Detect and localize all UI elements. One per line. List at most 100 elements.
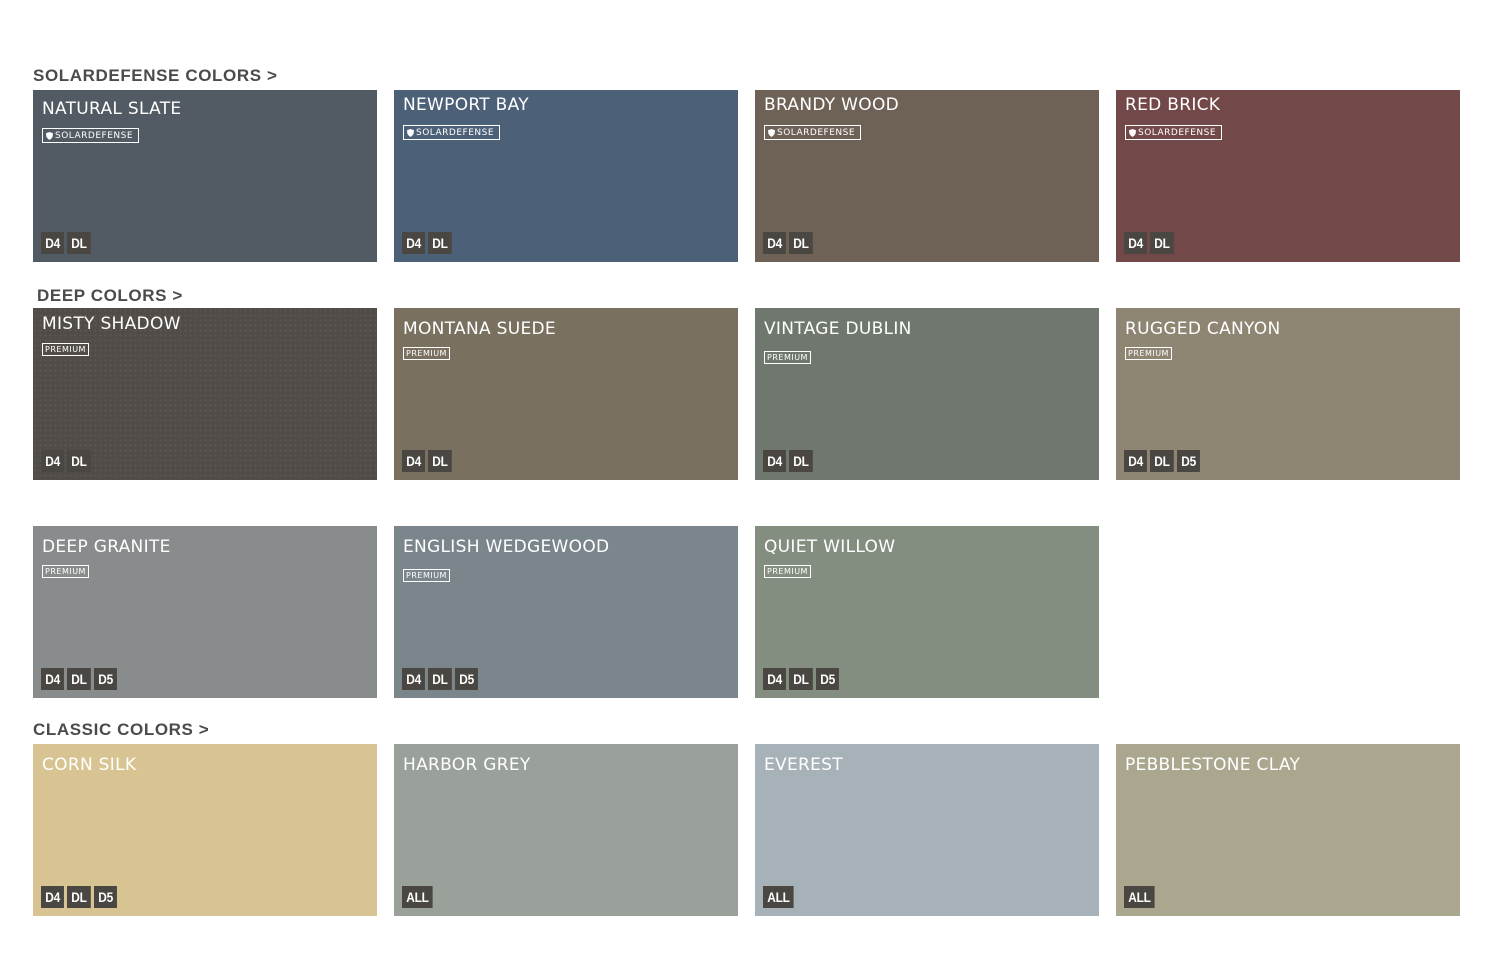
solardefense-badge: SOLARDEFENSE <box>1125 125 1223 140</box>
color-swatch-red-brick[interactable]: RED BRICK SOLARDEFENSE D4 DL <box>1116 90 1460 262</box>
profile-badge-d4: D4 <box>41 232 65 254</box>
tag-label: PREMIUM <box>767 566 808 576</box>
profile-badge-dl: DL <box>67 232 92 254</box>
shield-icon <box>46 131 53 140</box>
swatch-name: MONTANA SUEDE <box>403 319 556 339</box>
tag-label: PREMIUM <box>45 566 86 576</box>
profile-badge-d4: D4 <box>41 668 65 690</box>
profile-badge-d4: D4 <box>402 232 426 254</box>
swatch-name: DEEP GRANITE <box>42 537 171 557</box>
profile-badges: D4 DL <box>402 450 453 472</box>
section-title-classic[interactable]: CLASSIC COLORS > <box>33 720 209 740</box>
color-swatch-deep-granite[interactable]: DEEP GRANITE PREMIUM D4 DL D5 <box>33 526 377 698</box>
profile-badge-d4: D4 <box>763 450 787 472</box>
profile-badge-d5: D5 <box>816 668 840 690</box>
swatch-name: PEBBLESTONE CLAY <box>1125 755 1301 775</box>
profile-badges: D4 DL <box>41 232 92 254</box>
profile-badges: D4 DL <box>41 450 92 472</box>
solardefense-badge: SOLARDEFENSE <box>42 128 140 143</box>
swatch-name: ENGLISH WEDGEWOOD <box>403 537 610 557</box>
profile-badge-d4: D4 <box>41 450 65 472</box>
profile-badge-dl: DL <box>1150 450 1175 472</box>
profile-badges: D4 DL <box>1124 232 1175 254</box>
premium-badge: PREMIUM <box>42 343 89 356</box>
color-swatch-pebblestone-clay[interactable]: PEBBLESTONE CLAY ALL <box>1116 744 1460 916</box>
color-swatch-vintage-dublin[interactable]: VINTAGE DUBLIN PREMIUM D4 DL <box>755 308 1099 480</box>
swatch-name: NATURAL SLATE <box>42 99 182 119</box>
profile-badge-d5: D5 <box>94 886 118 908</box>
profile-badge-dl: DL <box>1150 232 1175 254</box>
premium-badge: PREMIUM <box>403 347 450 360</box>
premium-badge: PREMIUM <box>1125 347 1172 360</box>
color-swatch-harbor-grey[interactable]: HARBOR GREY ALL <box>394 744 738 916</box>
profile-badges: D4 DL D5 <box>402 668 480 690</box>
swatch-name: QUIET WILLOW <box>764 537 896 557</box>
swatch-name: RED BRICK <box>1125 95 1221 115</box>
profile-badge-dl: DL <box>67 668 92 690</box>
profile-badge-d4: D4 <box>402 668 426 690</box>
profile-badges: D4 DL D5 <box>1124 450 1202 472</box>
solardefense-badge: SOLARDEFENSE <box>403 125 501 140</box>
premium-badge: PREMIUM <box>764 565 811 578</box>
color-swatch-montana-suede[interactable]: MONTANA SUEDE PREMIUM D4 DL <box>394 308 738 480</box>
profile-badge-dl: DL <box>67 886 92 908</box>
profile-badge-dl: DL <box>428 232 453 254</box>
solardefense-badge: SOLARDEFENSE <box>764 125 862 140</box>
profile-badge-d4: D4 <box>763 668 787 690</box>
tag-label: SOLARDEFENSE <box>416 127 495 138</box>
profile-badges: D4 DL D5 <box>41 668 119 690</box>
profile-badges: D4 DL D5 <box>763 668 841 690</box>
swatch-name: NEWPORT BAY <box>403 95 529 115</box>
profile-badge-d4: D4 <box>763 232 787 254</box>
color-swatch-english-wedgewood[interactable]: ENGLISH WEDGEWOOD PREMIUM D4 DL D5 <box>394 526 738 698</box>
color-swatch-rugged-canyon[interactable]: RUGGED CANYON PREMIUM D4 DL D5 <box>1116 308 1460 480</box>
profile-badges: D4 DL <box>763 232 814 254</box>
swatch-name: VINTAGE DUBLIN <box>764 319 912 339</box>
color-swatch-brandy-wood[interactable]: BRANDY WOOD SOLARDEFENSE D4 DL <box>755 90 1099 262</box>
profile-badge-d5: D5 <box>94 668 118 690</box>
profile-badge-d4: D4 <box>41 886 65 908</box>
tag-label: PREMIUM <box>406 570 447 580</box>
shield-icon <box>768 128 775 137</box>
premium-badge: PREMIUM <box>764 351 811 364</box>
profile-badge-dl: DL <box>789 450 814 472</box>
premium-badge: PREMIUM <box>42 565 89 578</box>
swatch-name: BRANDY WOOD <box>764 95 900 115</box>
swatch-name: HARBOR GREY <box>403 755 531 775</box>
tag-label: SOLARDEFENSE <box>1138 127 1217 138</box>
profile-badges: D4 DL <box>402 232 453 254</box>
tag-label: SOLARDEFENSE <box>55 130 134 141</box>
shield-icon <box>1129 128 1136 137</box>
color-swatch-misty-shadow[interactable]: MISTY SHADOW PREMIUM D4 DL <box>33 308 377 480</box>
color-swatch-quiet-willow[interactable]: QUIET WILLOW PREMIUM D4 DL D5 <box>755 526 1099 698</box>
tag-label: PREMIUM <box>45 344 86 354</box>
profile-badges: ALL <box>763 886 796 908</box>
profile-badge-all: ALL <box>402 886 433 908</box>
profile-badge-dl: DL <box>428 668 453 690</box>
profile-badge-d4: D4 <box>402 450 426 472</box>
profile-badge-d4: D4 <box>1124 450 1148 472</box>
profile-badge-dl: DL <box>789 668 814 690</box>
color-swatch-natural-slate[interactable]: NATURAL SLATE SOLARDEFENSE D4 DL <box>33 90 377 262</box>
section-title-deep[interactable]: DEEP COLORS > <box>37 286 183 306</box>
premium-badge: PREMIUM <box>403 569 450 582</box>
color-swatch-corn-silk[interactable]: CORN SILK D4 DL D5 <box>33 744 377 916</box>
profile-badge-all: ALL <box>763 886 794 908</box>
profile-badge-dl: DL <box>428 450 453 472</box>
profile-badges: D4 DL <box>763 450 814 472</box>
shield-icon <box>407 128 414 137</box>
color-swatch-newport-bay[interactable]: NEWPORT BAY SOLARDEFENSE D4 DL <box>394 90 738 262</box>
profile-badge-dl: DL <box>67 450 92 472</box>
profile-badges: ALL <box>1124 886 1157 908</box>
section-title-solardefense[interactable]: SOLARDEFENSE COLORS > <box>33 66 278 86</box>
swatch-name: RUGGED CANYON <box>1125 319 1281 339</box>
color-swatch-everest[interactable]: EVEREST ALL <box>755 744 1099 916</box>
swatch-name: MISTY SHADOW <box>42 314 181 334</box>
profile-badge-dl: DL <box>789 232 814 254</box>
profile-badge-d5: D5 <box>1177 450 1201 472</box>
swatch-name: EVEREST <box>764 755 843 775</box>
profile-badges: ALL <box>402 886 435 908</box>
profile-badges: D4 DL D5 <box>41 886 119 908</box>
swatch-name: CORN SILK <box>42 755 137 775</box>
profile-badge-all: ALL <box>1124 886 1155 908</box>
